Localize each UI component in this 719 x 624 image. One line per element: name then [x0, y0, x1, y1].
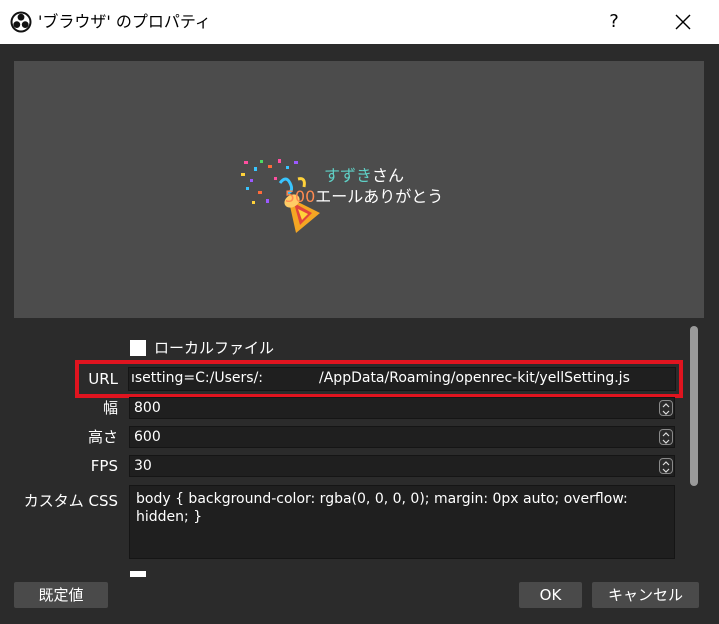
width-label: 幅 — [102, 399, 118, 417]
width-value: 800 — [134, 400, 161, 416]
name-suffix: さん — [372, 166, 405, 185]
yell-count: 500 — [284, 187, 316, 206]
fps-spin-arrows[interactable] — [659, 458, 673, 474]
defaults-button[interactable]: 既定値 — [14, 582, 108, 608]
spin-arrows-icon — [662, 403, 670, 415]
cancel-button[interactable]: キャンセル — [592, 582, 699, 608]
height-value: 600 — [134, 429, 161, 445]
fps-label: FPS — [90, 457, 118, 475]
scrollbar-thumb[interactable] — [690, 326, 698, 486]
local-file-checkbox[interactable] — [130, 340, 146, 356]
height-spin-arrows[interactable] — [659, 429, 673, 445]
close-button[interactable] — [665, 6, 701, 38]
title-bar: 'ブラウザ' のプロパティ ? — [0, 0, 719, 44]
browser-preview: すずきさん 500エールありがとう — [14, 61, 704, 318]
alert-message-line: 500エールありがとう — [14, 187, 704, 207]
width-spinbox[interactable]: 800 — [129, 397, 675, 419]
fps-spinbox[interactable]: 30 — [129, 455, 675, 477]
clipped-checkbox[interactable] — [130, 571, 146, 577]
local-file-label: ローカルファイル — [154, 339, 275, 357]
height-label: 高さ — [87, 428, 118, 446]
width-spin-arrows[interactable] — [659, 400, 673, 416]
spin-arrows-icon — [662, 461, 670, 473]
help-button[interactable]: ? — [598, 6, 630, 38]
height-spinbox[interactable]: 600 — [129, 426, 675, 448]
spin-arrows-icon — [662, 432, 670, 444]
window-title: 'ブラウザ' のプロパティ — [38, 12, 211, 31]
custom-css-label: カスタム CSS — [23, 492, 118, 510]
alert-name-line: すずきさん — [14, 166, 704, 186]
next-option-row-clipped — [130, 569, 460, 577]
close-icon — [675, 14, 691, 30]
alert-message: エールありがとう — [315, 187, 444, 206]
fps-value: 30 — [134, 458, 152, 474]
obs-app-icon — [10, 11, 32, 33]
ok-button[interactable]: OK — [519, 582, 582, 608]
url-highlight-box — [75, 360, 683, 398]
viewer-name: すずき — [323, 166, 372, 185]
custom-css-textarea[interactable]: body { background-color: rgba(0, 0, 0, 0… — [129, 485, 675, 559]
